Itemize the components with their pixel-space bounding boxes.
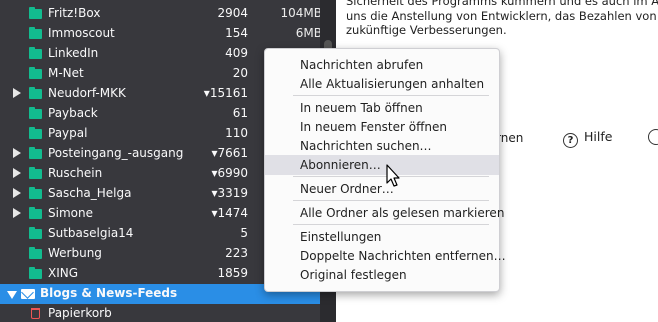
text-line: zukünftige Verbesserungen. — [346, 23, 507, 37]
text-line: uns die Anstellung von Entwicklern, das … — [346, 8, 658, 23]
collapse-twisty-icon[interactable] — [7, 291, 17, 299]
menu-separator — [293, 224, 489, 225]
folder-icon — [29, 167, 42, 179]
folder-row[interactable]: Fritz!Box 2904 104MB — [0, 4, 320, 24]
unread-count: 1859 — [217, 266, 248, 280]
menu-item-label: Original festlegen — [300, 268, 407, 282]
menu-item[interactable]: Nachrichten suchen… — [265, 136, 499, 156]
folder-icon — [29, 207, 42, 219]
folder-name: Simone — [48, 206, 93, 220]
trash-icon — [31, 308, 40, 319]
folder-name: LinkedIn — [48, 46, 99, 60]
folder-name: XING — [48, 266, 79, 280]
folder-name: Fritz!Box — [48, 6, 101, 20]
menu-separator — [293, 95, 489, 96]
menu-item-label: In neuem Tab öffnen — [300, 101, 423, 115]
folder-icon — [29, 127, 42, 139]
expand-twisty-icon[interactable] — [13, 88, 21, 98]
menu-item-label: Abonnieren… — [300, 158, 381, 172]
folder-name: Posteingang_-ausgang — [48, 146, 184, 160]
folder-icon — [29, 187, 42, 199]
folder-size: 104MB — [280, 6, 321, 20]
menu-item[interactable]: Einstellungen — [265, 227, 499, 247]
envelope-icon — [21, 289, 35, 299]
folder-name: Papierkorb — [48, 306, 112, 320]
menu-item[interactable]: Alle Aktualisierungen anhalten — [265, 74, 499, 94]
unread-count: 110 — [225, 126, 248, 140]
menu-item[interactable]: Original festlegen — [265, 265, 499, 285]
globe-icon[interactable] — [648, 129, 658, 145]
folder-icon — [29, 27, 42, 39]
folder-name: Sutbaselgia14 — [48, 226, 134, 240]
unread-count: 5 — [240, 226, 248, 240]
help-label: Hilfe — [584, 129, 613, 144]
unread-count: ▾15161 — [203, 86, 248, 100]
donation-text: Sicherheit des Programms kümmern und es … — [346, 0, 658, 38]
folder-name: Sascha_Helga — [48, 186, 132, 200]
menu-item-label: Doppelte Nachrichten entfernen… — [300, 249, 506, 263]
folder-name: Neudorf-MKK — [48, 86, 126, 100]
menu-item[interactable]: Neuer Ordner… — [265, 179, 499, 199]
menu-item-label: Alle Aktualisierungen anhalten — [300, 77, 485, 91]
unread-count: ▾7661 — [211, 146, 248, 160]
expand-twisty-icon[interactable] — [13, 148, 21, 158]
unread-count: 61 — [232, 106, 248, 120]
folder-row-trash[interactable]: Papierkorb — [0, 304, 320, 322]
menu-item[interactable]: In neuem Fenster öffnen — [265, 117, 499, 137]
folder-icon — [29, 107, 42, 119]
folder-context-menu: Nachrichten abrufen Alle Aktualisierungen… — [264, 48, 506, 292]
unread-count: ▾6990 — [211, 166, 248, 180]
unread-count: 2904 — [217, 6, 248, 20]
unread-count: ▾1474 — [211, 206, 248, 220]
unread-count: 409 — [225, 46, 248, 60]
folder-name: M-Net — [48, 66, 84, 80]
expand-twisty-icon[interactable] — [13, 188, 21, 198]
menu-item-label: In neuem Fenster öffnen — [300, 120, 447, 134]
folder-size: 6MB — [295, 26, 320, 40]
menu-item-label: Nachrichten abrufen — [300, 58, 424, 72]
menu-item[interactable]: Doppelte Nachrichten entfernen… — [265, 246, 506, 266]
menu-item-label: Alle Ordner als gelesen markieren — [300, 206, 505, 220]
text-line: Sicherheit des Programms kümmern und es … — [346, 0, 658, 8]
folder-name: Payback — [48, 106, 98, 120]
folder-icon — [29, 67, 42, 79]
remove-account-link[interactable]: rnen — [496, 131, 523, 145]
folder-icon — [29, 247, 42, 259]
menu-item[interactable]: Alle Ordner als gelesen markieren — [265, 203, 504, 223]
folder-icon — [29, 7, 42, 19]
folder-icon — [29, 147, 42, 159]
folder-icon — [29, 87, 42, 99]
unread-count: 20 — [232, 66, 248, 80]
folder-name: Paypal — [48, 126, 88, 140]
menu-item-label: Einstellungen — [300, 230, 382, 244]
menu-item-label: Nachrichten suchen… — [300, 139, 432, 153]
menu-item[interactable]: Nachrichten abrufen — [265, 55, 499, 75]
expand-twisty-icon[interactable] — [13, 208, 21, 218]
mouse-pointer-icon — [386, 164, 400, 187]
account-name: Blogs & News-Feeds — [40, 286, 178, 300]
expand-twisty-icon[interactable] — [13, 168, 21, 178]
folder-icon — [29, 227, 42, 239]
folder-icon — [29, 267, 42, 279]
folder-name: Werbung — [48, 246, 102, 260]
folder-icon — [29, 47, 42, 59]
folder-row[interactable]: Immoscout 154 6MB — [0, 24, 320, 44]
folder-name: Immoscout — [48, 26, 115, 40]
menu-item-label: Neuer Ordner… — [300, 182, 394, 196]
menu-item[interactable]: In neuem Tab öffnen — [265, 98, 499, 118]
menu-separator — [293, 200, 489, 201]
menu-item[interactable]: Abonnieren… — [265, 155, 499, 175]
folder-name: Ruschein — [48, 166, 103, 180]
help-link[interactable]: ? Hilfe — [563, 129, 612, 148]
question-circle-icon: ? — [563, 133, 578, 148]
unread-count: ▾3319 — [211, 186, 248, 200]
unread-count: 154 — [225, 26, 248, 40]
unread-count: 223 — [225, 246, 248, 260]
